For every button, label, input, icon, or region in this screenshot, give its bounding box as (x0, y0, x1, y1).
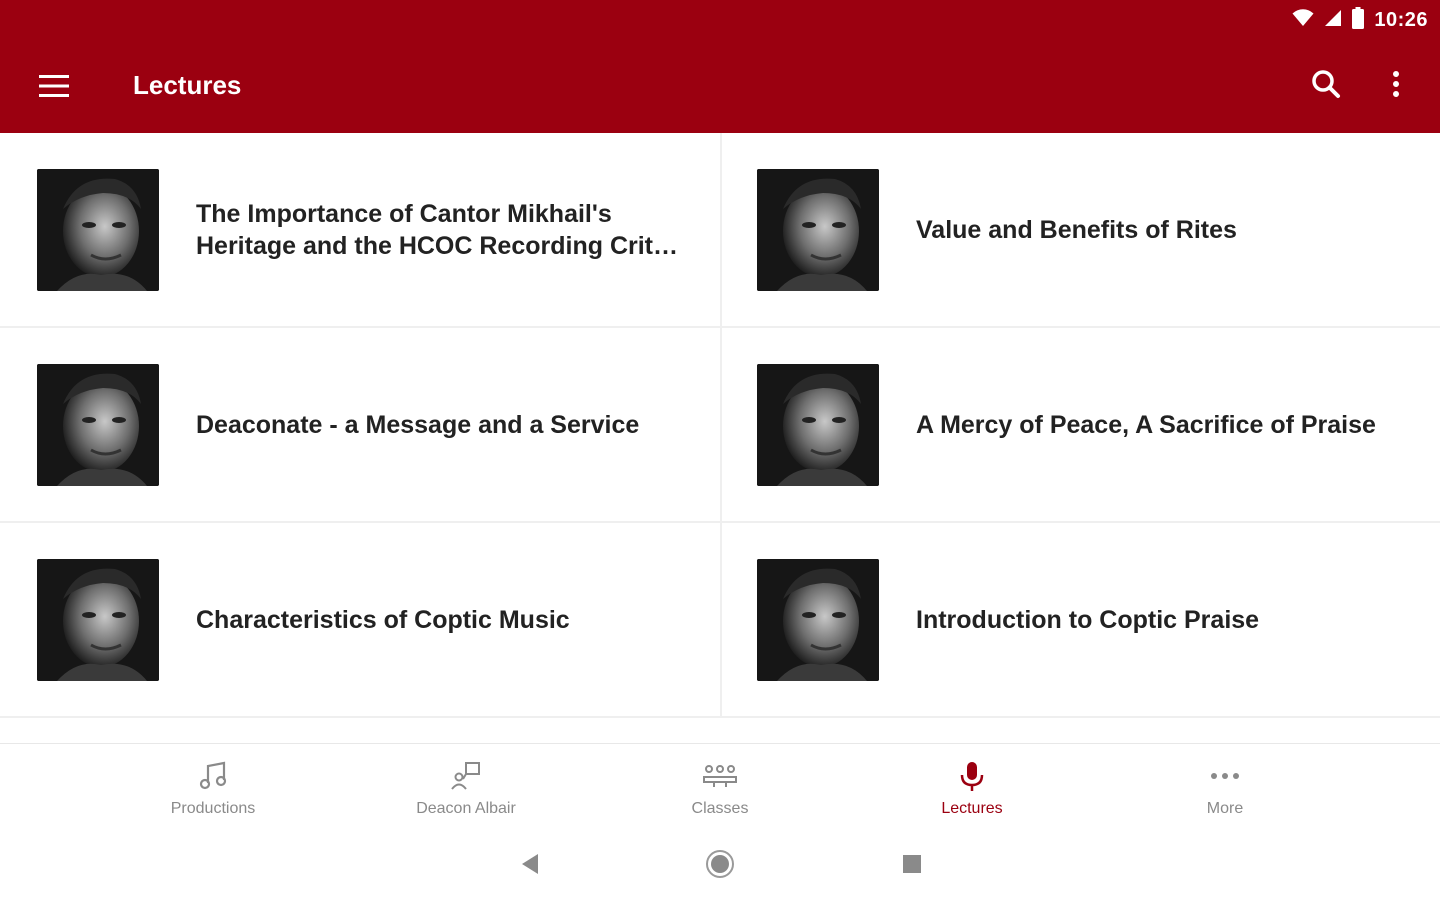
recents-button[interactable] (892, 851, 932, 881)
lecture-card[interactable]: Deaconate - a Message and a Service (0, 328, 722, 523)
battery-icon (1352, 6, 1365, 34)
lecture-title: The Importance of Cantor Mikhail's Herit… (196, 199, 678, 260)
toolbar: Lectures (0, 40, 1440, 133)
microphone-icon (954, 758, 990, 794)
nav-label: Deacon Albair (416, 800, 516, 817)
recents-icon (902, 854, 922, 879)
lecture-title: A Mercy of Peace, A Sacrifice of Praise (916, 410, 1376, 439)
lecture-title: Introduction to Coptic Praise (916, 605, 1260, 634)
lecture-title: Characteristics of Coptic Music (196, 605, 570, 634)
lecture-card[interactable]: A Mercy of Peace, A Sacrifice of Praise (722, 328, 1440, 523)
lecture-thumbnail (37, 169, 159, 291)
back-button[interactable] (510, 851, 550, 881)
lecture-card[interactable]: Value and Benefits of Rites (722, 133, 1440, 328)
app-bar: 10:26 Lectures (0, 0, 1440, 133)
overflow-menu-button[interactable] (1372, 62, 1420, 110)
lecture-card[interactable]: The Importance of Cantor Mikhail's Herit… (0, 133, 722, 328)
page-title: Lectures (133, 70, 242, 100)
lecture-thumbnail (757, 169, 879, 291)
nav-item-lectures[interactable]: Lectures (872, 744, 1072, 834)
nav-label: More (1206, 800, 1244, 817)
nav-label: Lectures (941, 800, 1003, 817)
lecture-thumbnail (37, 559, 159, 681)
wifi-icon (1292, 8, 1314, 32)
more-vert-icon (1392, 70, 1400, 103)
nav-item-classes[interactable]: Classes (620, 744, 820, 834)
nav-item-productions[interactable]: Productions (113, 744, 313, 834)
lecture-thumbnail (757, 559, 879, 681)
search-icon (1311, 69, 1341, 104)
lecture-card[interactable]: Introduction to Coptic Praise (722, 523, 1440, 718)
bottom-navigation: Productions Deacon Albair Classes Lectur… (0, 743, 1440, 833)
home-icon (705, 849, 735, 884)
home-button[interactable] (700, 849, 740, 884)
nav-item-deacon-albair[interactable]: Deacon Albair (366, 744, 566, 834)
nav-item-more[interactable]: More (1125, 744, 1325, 834)
lecture-grid: The Importance of Cantor Mikhail's Herit… (0, 133, 1440, 743)
system-navigation-bar (0, 833, 1440, 900)
nav-label: Productions (170, 800, 256, 817)
lecture-card[interactable]: Characteristics of Coptic Music (0, 523, 722, 718)
lecture-thumbnail (757, 364, 879, 486)
search-button[interactable] (1302, 62, 1350, 110)
nav-label: Classes (691, 800, 749, 817)
status-bar: 10:26 (1200, 0, 1440, 40)
class-group-icon (702, 758, 738, 794)
person-board-icon (448, 758, 484, 794)
back-icon (520, 853, 540, 880)
more-horiz-icon (1207, 758, 1243, 794)
menu-icon (39, 74, 69, 102)
signal-icon (1324, 9, 1342, 32)
status-time: 10:26 (1374, 8, 1428, 31)
lecture-title: Value and Benefits of Rites (916, 215, 1237, 244)
music-note-icon (195, 758, 231, 794)
menu-button[interactable] (30, 64, 78, 112)
lecture-title: Deaconate - a Message and a Service (196, 410, 640, 439)
lecture-thumbnail (37, 364, 159, 486)
